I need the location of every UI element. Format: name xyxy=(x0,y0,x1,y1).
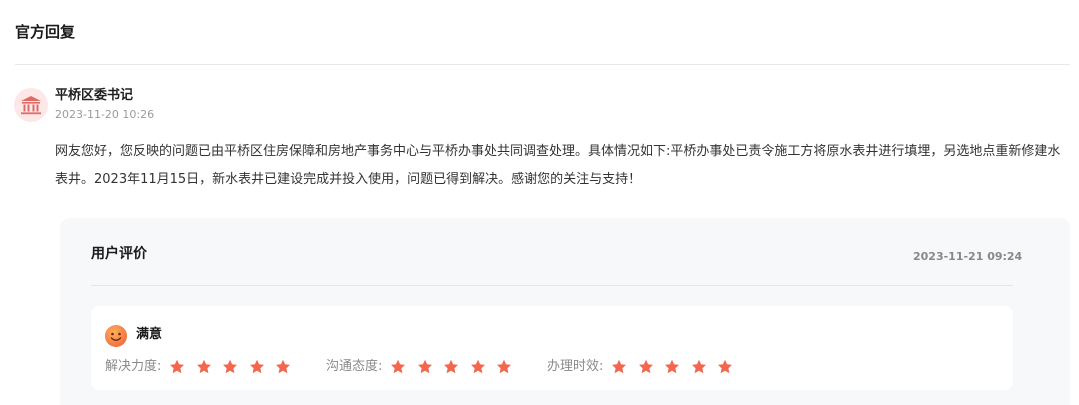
rating-label: 解决力度: xyxy=(105,359,162,374)
star-icon xyxy=(391,359,406,374)
star-icon xyxy=(444,359,459,374)
rating-label: 办理时效: xyxy=(547,359,604,374)
avatar xyxy=(14,88,48,122)
star-rating xyxy=(611,359,744,375)
reply-author: 平桥区委书记 xyxy=(55,88,134,103)
star-icon xyxy=(612,359,627,374)
star-icon xyxy=(249,359,264,374)
smiley-face-icon xyxy=(105,325,127,347)
star-icon xyxy=(223,359,238,374)
rating-timeliness: 办理时效: xyxy=(547,358,744,376)
star-icon xyxy=(691,359,706,374)
star-icon xyxy=(638,359,653,374)
star-icon xyxy=(276,359,291,374)
star-rating xyxy=(169,359,302,375)
divider xyxy=(91,285,1013,286)
reply-timestamp: 2023-11-20 10:26 xyxy=(55,108,155,121)
rating-card: 满意 解决力度: 沟通态度: 办理时效: xyxy=(91,306,1013,390)
rating-label: 沟通态度: xyxy=(326,359,383,374)
user-evaluation-card: 用户评价 2023-11-21 09:24 满意 解决力度: 沟通态度: 办理时… xyxy=(60,218,1070,405)
rating-communication: 沟通态度: xyxy=(326,358,523,376)
star-icon xyxy=(170,359,185,374)
star-icon xyxy=(470,359,485,374)
star-icon xyxy=(196,359,211,374)
divider xyxy=(15,64,1070,65)
reply-body: 网友您好，您反映的问题已由平桥区住房保障和房地产事务中心与平桥办事处共同调查处理… xyxy=(55,144,1061,187)
satisfaction-label: 满意 xyxy=(136,327,163,342)
star-icon xyxy=(718,359,733,374)
evaluation-title: 用户评价 xyxy=(91,246,147,262)
government-building-icon xyxy=(21,96,41,115)
star-icon xyxy=(497,359,512,374)
section-title: 官方回复 xyxy=(15,23,76,41)
star-icon xyxy=(417,359,432,374)
official-reply-panel: 官方回复 平桥区委书记 2023-11-20 10:26 网友您好，您反映的问题… xyxy=(0,0,1079,405)
star-icon xyxy=(665,359,680,374)
rating-resolution: 解决力度: xyxy=(105,358,302,376)
star-rating xyxy=(390,359,523,375)
evaluation-timestamp: 2023-11-21 09:24 xyxy=(913,250,1023,263)
